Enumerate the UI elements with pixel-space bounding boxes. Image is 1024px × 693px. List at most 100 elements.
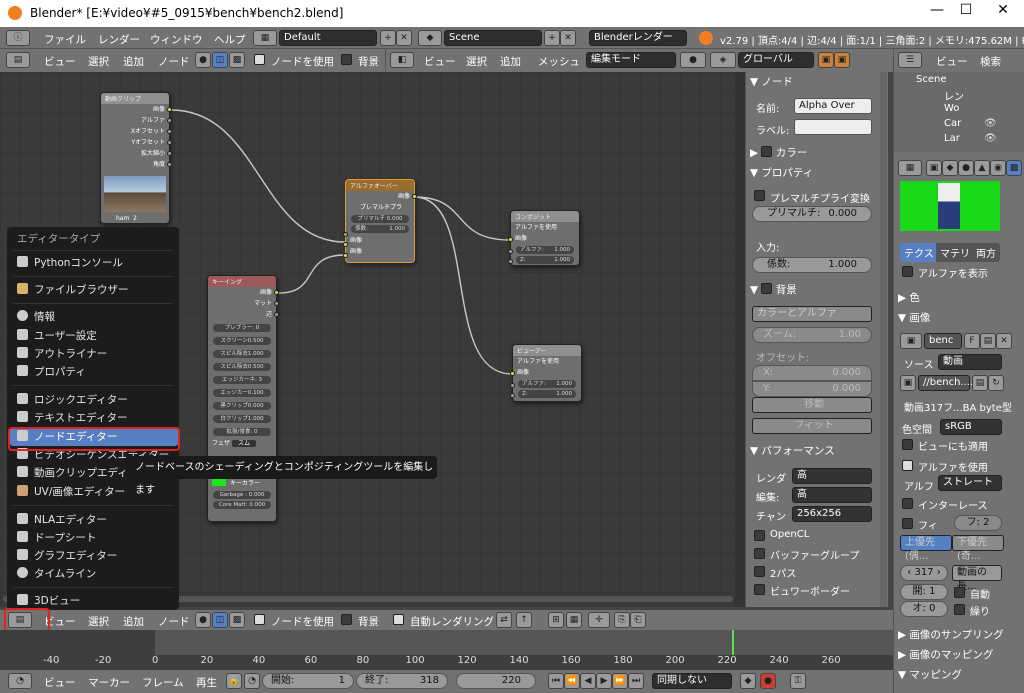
footer-compositing-icon[interactable]: ◫ <box>212 612 228 628</box>
use-alpha-checkbox[interactable] <box>902 460 913 471</box>
fit-button[interactable]: フィット <box>752 418 872 434</box>
shader-nodes-icon[interactable]: ● <box>195 52 211 68</box>
paste-icon[interactable]: ⎗ <box>630 612 646 628</box>
composite-alpha-field[interactable]: アルファ: 1.000 <box>516 246 574 254</box>
opencl-checkbox[interactable] <box>754 530 765 541</box>
compositing-nodes-icon[interactable]: ◫ <box>212 52 228 68</box>
start-frame[interactable]: 開始: 1 <box>262 673 354 689</box>
zoom-field[interactable]: ズーム: 1.00 <box>752 327 872 343</box>
image-panel-header[interactable]: ▼ 画像 <box>898 310 930 325</box>
maximize-button[interactable]: ☐ <box>946 2 986 24</box>
keying-feather[interactable]: フェザ スム <box>208 438 276 449</box>
offset-x-field[interactable]: X: 0.000 <box>752 365 872 381</box>
keying-field-6[interactable]: 黒クリップ0.000 <box>213 402 271 410</box>
move-button[interactable]: 移動 <box>752 397 872 413</box>
keying-core-field[interactable]: Core Matt: 0.000 <box>213 501 271 509</box>
menu-item-outliner[interactable]: アウトライナー <box>17 345 107 363</box>
clip-name[interactable]: ham <box>116 215 129 222</box>
backdrop-checkbox[interactable] <box>341 54 352 65</box>
material-tab-icon[interactable]: ◉ <box>990 160 1006 176</box>
view3d-menu-view[interactable]: ビュー <box>424 54 456 69</box>
link-icon[interactable]: ⇄ <box>496 612 512 628</box>
show-alpha-checkbox[interactable] <box>902 266 913 277</box>
lower-first-button[interactable]: 下優先(奇... <box>952 535 1004 562</box>
factor-field[interactable]: 係数: 1.000 <box>752 257 872 273</box>
image-name-field[interactable]: benc <box>924 333 962 349</box>
scene-icon[interactable]: ◆ <box>418 30 442 46</box>
node-editor-type-icon[interactable]: ▤ <box>6 52 30 68</box>
layout-icon[interactable]: ▦ <box>253 30 277 46</box>
alpha-factor-field[interactable]: 係数: 1.000 <box>351 225 409 233</box>
outliner-item-lamp[interactable]: Lar <box>944 133 960 144</box>
copy-icon[interactable]: ⎘ <box>614 612 630 628</box>
premul-field[interactable]: プリマルチ: 0.000 <box>752 206 872 222</box>
props-color-header[interactable]: ▶ カラー <box>750 145 807 160</box>
layout-field[interactable]: Default <box>279 30 377 46</box>
offset-field[interactable]: オ: 0 <box>900 601 948 617</box>
menu-item-timeline[interactable]: タイムライン <box>17 565 96 583</box>
image-filepath-field[interactable]: //bench.... <box>918 375 973 391</box>
keying-field-3[interactable]: スピル除去0.500 <box>213 363 271 371</box>
alpha-premul-label[interactable]: プレマルチプラ <box>346 202 414 213</box>
timeline-menu-playback[interactable]: 再生 <box>196 675 217 690</box>
alpha-over-node[interactable]: アルファオーバー 画像 プレマルチプラ プリマルチ 0.000 係数: 1.000… <box>343 179 417 263</box>
source-select[interactable]: 動画 <box>938 354 1002 370</box>
menu-item-logic-editor[interactable]: ロジックエディター <box>17 391 128 409</box>
colorspace-select[interactable]: sRGB <box>940 419 1002 435</box>
outliner-item-scene[interactable]: Scene <box>916 74 947 85</box>
lock-icon[interactable]: 🔒 <box>226 673 242 689</box>
timeline-menu-frame[interactable]: フレーム <box>142 675 184 690</box>
menu-item-file-browser[interactable]: ファイルブラウザー <box>17 281 129 299</box>
file-browse-icon[interactable]: ▤ <box>972 375 988 391</box>
reload-icon[interactable]: ↻ <box>988 375 1004 391</box>
outliner-item-world[interactable]: Wo <box>944 103 959 114</box>
interlace-checkbox[interactable] <box>902 498 913 509</box>
upper-first-button[interactable]: 上優先(偶... <box>900 535 952 562</box>
viewer-z-field[interactable]: Z: 1.000 <box>518 390 576 398</box>
start-frame-field[interactable]: 開: 1 <box>900 584 948 600</box>
snap-icon[interactable]: ⊞ <box>548 612 564 628</box>
view3d-editor-type-icon[interactable]: ◧ <box>390 52 414 68</box>
node-menu-node[interactable]: ノード <box>158 54 190 69</box>
image-unlink-icon[interactable]: ✕ <box>996 333 1012 349</box>
snap-target-icon[interactable]: ✛ <box>588 612 610 628</box>
prev-keyframe-icon[interactable]: ⏪ <box>564 673 580 689</box>
footer-use-nodes-checkbox[interactable] <box>254 614 265 625</box>
node-editor-scrollbar[interactable] <box>735 72 745 607</box>
upload-icon[interactable]: ↑ <box>516 612 532 628</box>
menu-item-info[interactable]: 情報 <box>17 308 55 326</box>
composite-node[interactable]: コンポジット アルファを使用 画像 アルファ: 1.000 Z: 1.000 <box>508 210 580 266</box>
props-node-header[interactable]: ▼ ノード <box>750 74 793 89</box>
add-layout-icon[interactable]: + <box>380 30 396 46</box>
texture-nodes-icon[interactable]: ▩ <box>229 52 245 68</box>
composite-z-field[interactable]: Z: 1.000 <box>516 256 574 264</box>
image-sampling-header[interactable]: ▶ 画像のサンプリング <box>898 627 1004 642</box>
keyframe-type-icon[interactable]: ⚿ <box>790 673 806 689</box>
timeline-menu-view[interactable]: ビュー <box>44 675 76 690</box>
view-as-render-checkbox[interactable] <box>902 439 913 450</box>
remove-scene-icon[interactable]: ✕ <box>560 30 576 46</box>
frames-field[interactable]: ‹ 317 › <box>900 565 948 581</box>
layer-icon[interactable]: ▣ <box>818 52 834 68</box>
keying-key-color[interactable]: キーカラー <box>208 478 276 489</box>
texture-tab-icon[interactable]: ▩ <box>1006 160 1022 176</box>
scene-field[interactable]: Scene <box>444 30 542 46</box>
viewer-alpha-field[interactable]: アルファ: 1.000 <box>518 380 576 388</box>
add-scene-icon[interactable]: + <box>544 30 560 46</box>
footer-shader-icon[interactable]: ● <box>195 612 211 628</box>
node-menu-view[interactable]: ビュー <box>44 54 76 69</box>
keying-field-7[interactable]: 白クリップ1.000 <box>213 415 271 423</box>
timeline[interactable]: -40 -20 0 20 40 60 80 100 120 140 160 18… <box>0 630 893 670</box>
properties-editor-type-icon[interactable]: ▦ <box>898 160 922 176</box>
auto-refresh-checkbox[interactable] <box>954 587 965 598</box>
fields-count-field[interactable]: フ: 2 <box>954 515 1002 531</box>
shading-icon[interactable]: ● <box>680 52 706 68</box>
offset-y-field[interactable]: Y: 0.000 <box>752 381 872 397</box>
footer-texture-icon[interactable]: ▩ <box>229 612 245 628</box>
render-tab-icon[interactable]: ▣ <box>926 160 942 176</box>
cyclic-checkbox[interactable] <box>954 604 965 615</box>
view3d-menu-add[interactable]: 追加 <box>500 54 521 69</box>
node-menu-add[interactable]: 追加 <box>123 54 144 69</box>
world-tab-icon[interactable]: ● <box>958 160 974 176</box>
auto-render-checkbox[interactable] <box>393 614 404 625</box>
